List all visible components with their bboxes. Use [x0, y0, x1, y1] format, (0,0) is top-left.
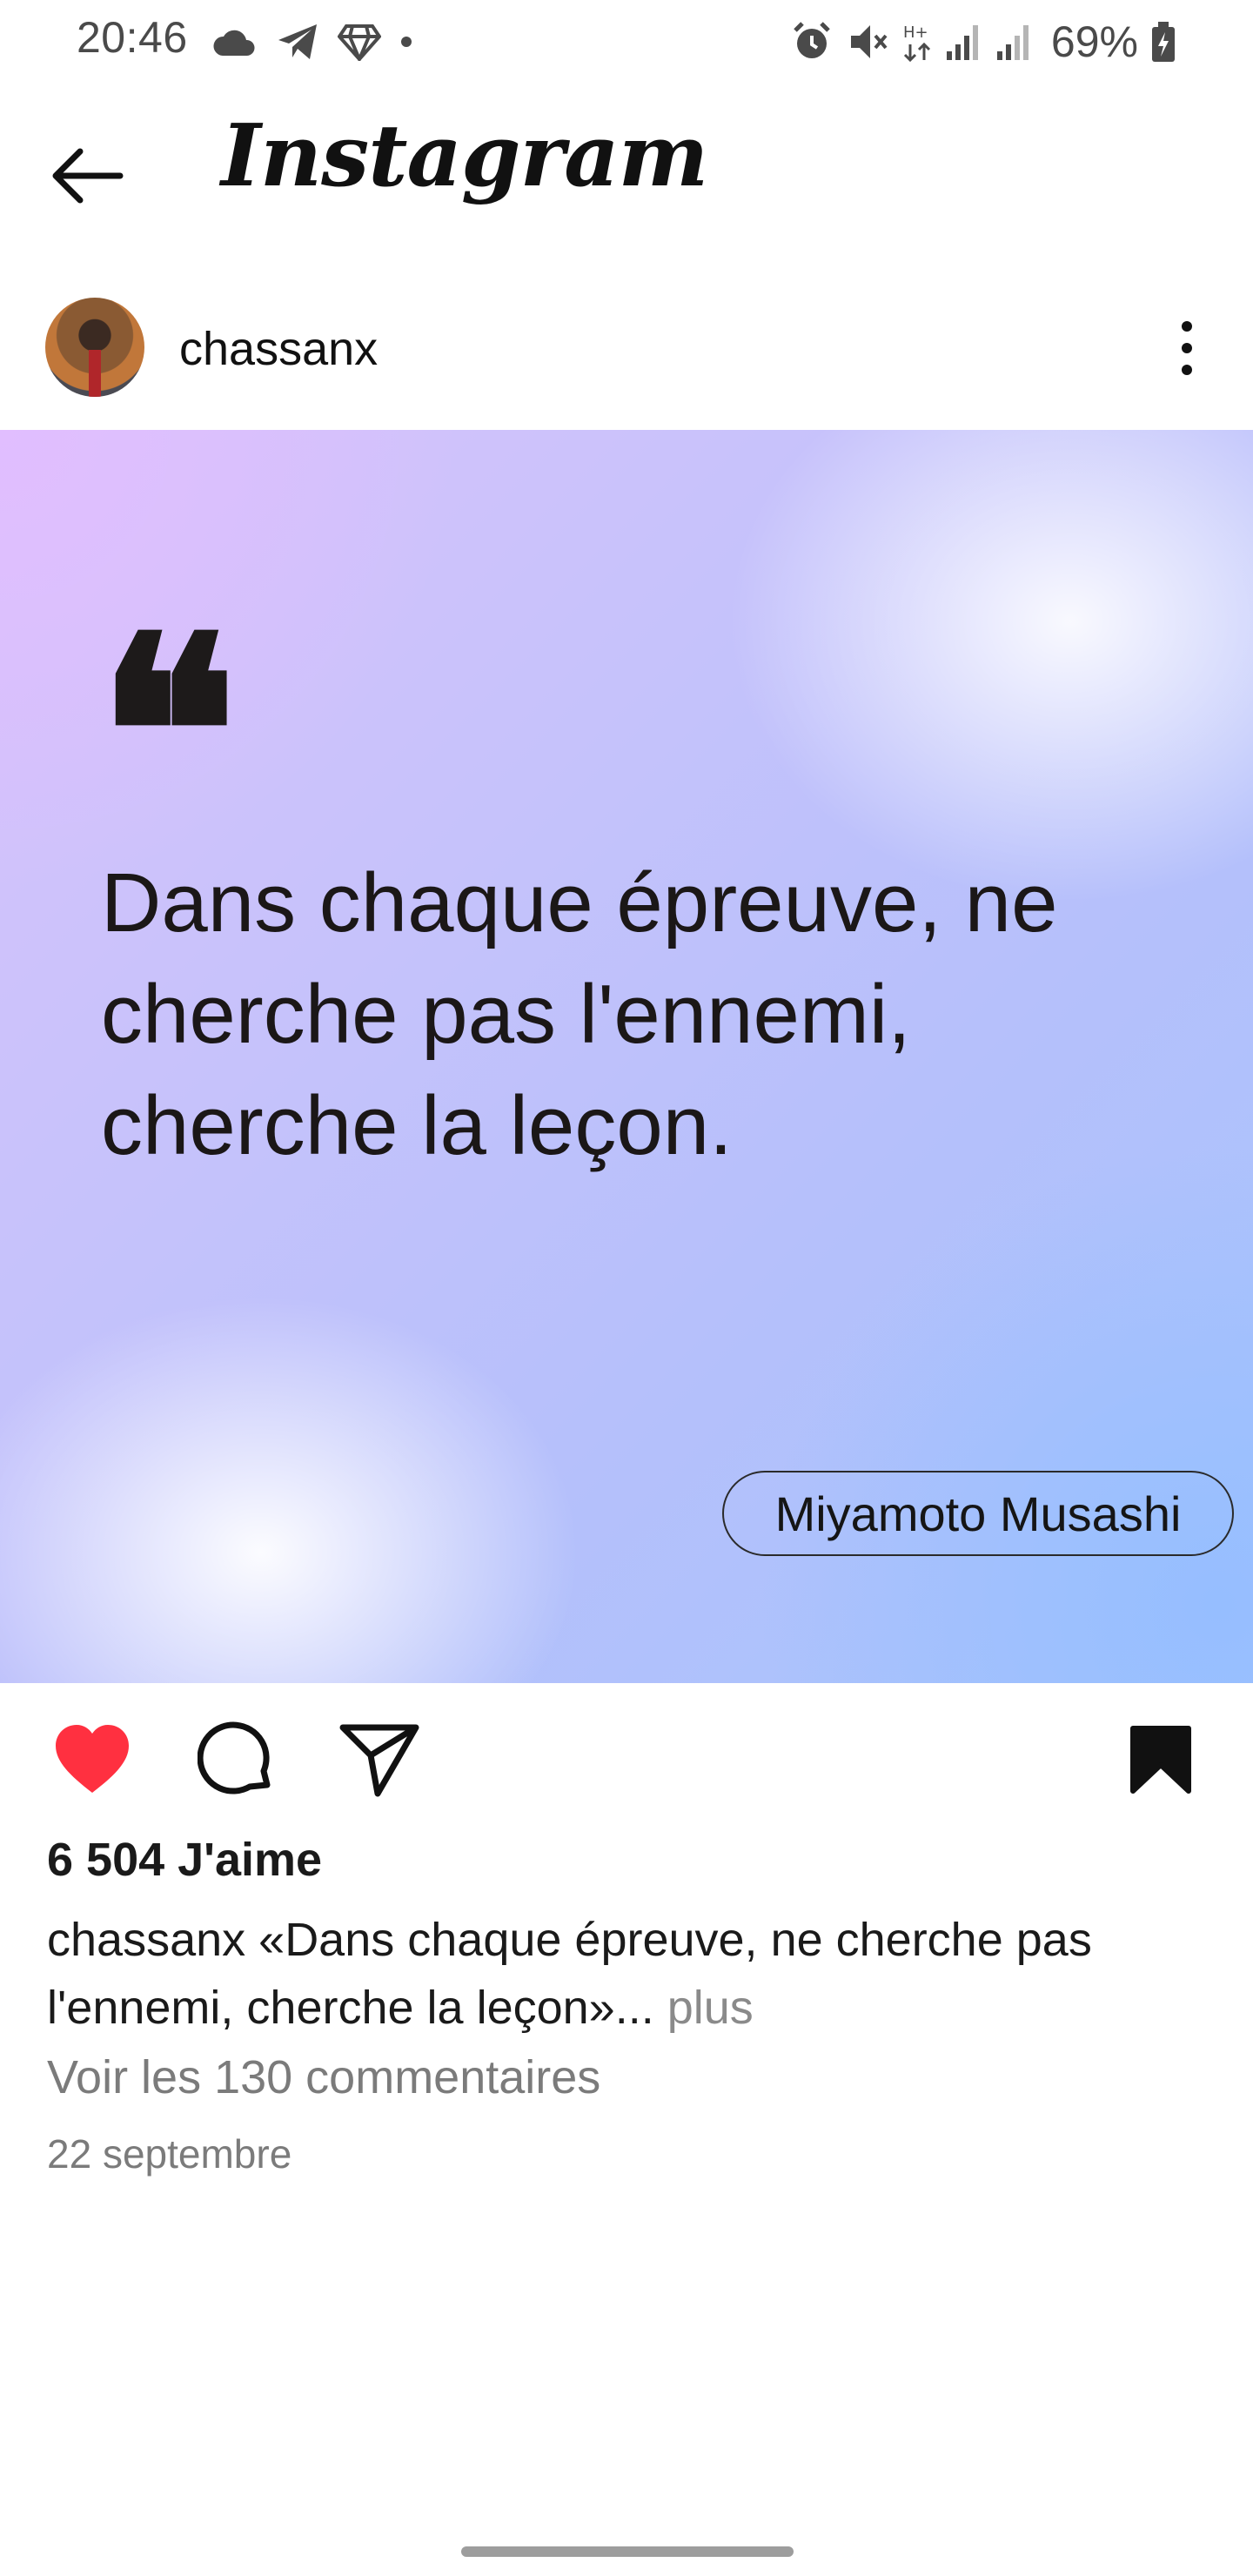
dot-icon [401, 37, 412, 47]
caption-ellipsis: ... [614, 1982, 654, 2034]
send-icon [339, 1724, 419, 1797]
status-time: 20:46 [77, 13, 188, 62]
alarm-icon [794, 22, 830, 58]
caption-more-link[interactable]: plus [667, 1982, 754, 2034]
battery-percentage: 69% [1050, 17, 1138, 66]
quote-line: cherche la leçon. [101, 1079, 733, 1172]
post-date: 22 septembre [47, 2131, 292, 2177]
view-comments-link[interactable]: Voir les 130 commentaires [47, 2050, 600, 2104]
mute-icon [850, 25, 888, 58]
status-right-icons: H+ 69% [790, 17, 1176, 66]
status-left-icons [212, 17, 412, 66]
battery-icon [1152, 22, 1175, 62]
like-button[interactable] [49, 1716, 136, 1803]
comment-icon [198, 1721, 271, 1794]
heart-icon [56, 1725, 129, 1793]
home-indicator[interactable] [461, 2546, 794, 2557]
quote-line: cherche pas l'ennemi, [101, 968, 911, 1061]
save-button[interactable] [1117, 1716, 1204, 1803]
action-bar [0, 1706, 1253, 1810]
quote-line: Dans chaque épreuve, ne [101, 856, 1058, 949]
status-bar: 20:46 H+ 69% [0, 0, 1253, 84]
quote-text: Dans chaque épreuve, ne cherche pas l'en… [101, 848, 1163, 1182]
quote-mark: ❝ [97, 579, 238, 886]
telegram-icon [278, 24, 317, 59]
bookmark-icon [1130, 1726, 1191, 1794]
app-title: Instagram [221, 106, 708, 206]
comment-button[interactable] [193, 1716, 280, 1803]
cloud-icon [213, 30, 255, 56]
share-button[interactable] [336, 1716, 423, 1803]
back-button[interactable] [45, 134, 129, 218]
likes-count[interactable]: 6 504 J'aime [47, 1833, 322, 1887]
author-badge: Miyamoto Musashi [722, 1471, 1234, 1556]
svg-text:H+: H+ [903, 23, 928, 42]
more-options-button[interactable] [1152, 305, 1222, 392]
post-image[interactable]: ❝ Dans chaque épreuve, ne cherche pas l'… [0, 430, 1253, 1683]
arrow-left-icon [52, 148, 124, 204]
data-icon: H+ [903, 23, 930, 63]
app-header: Instagram [0, 96, 1253, 244]
caption-username[interactable]: chassanx [47, 1914, 245, 1966]
caption: chassanx «Dans chaque épreuve, ne cherch… [47, 1906, 1204, 2042]
signal-icon [996, 25, 1029, 60]
post-header: chassanx [0, 287, 1253, 418]
diamond-icon [338, 24, 381, 61]
more-vertical-icon [1182, 321, 1192, 375]
post-username[interactable]: chassanx [179, 322, 378, 376]
avatar[interactable] [45, 298, 144, 397]
signal-icon [946, 25, 978, 60]
